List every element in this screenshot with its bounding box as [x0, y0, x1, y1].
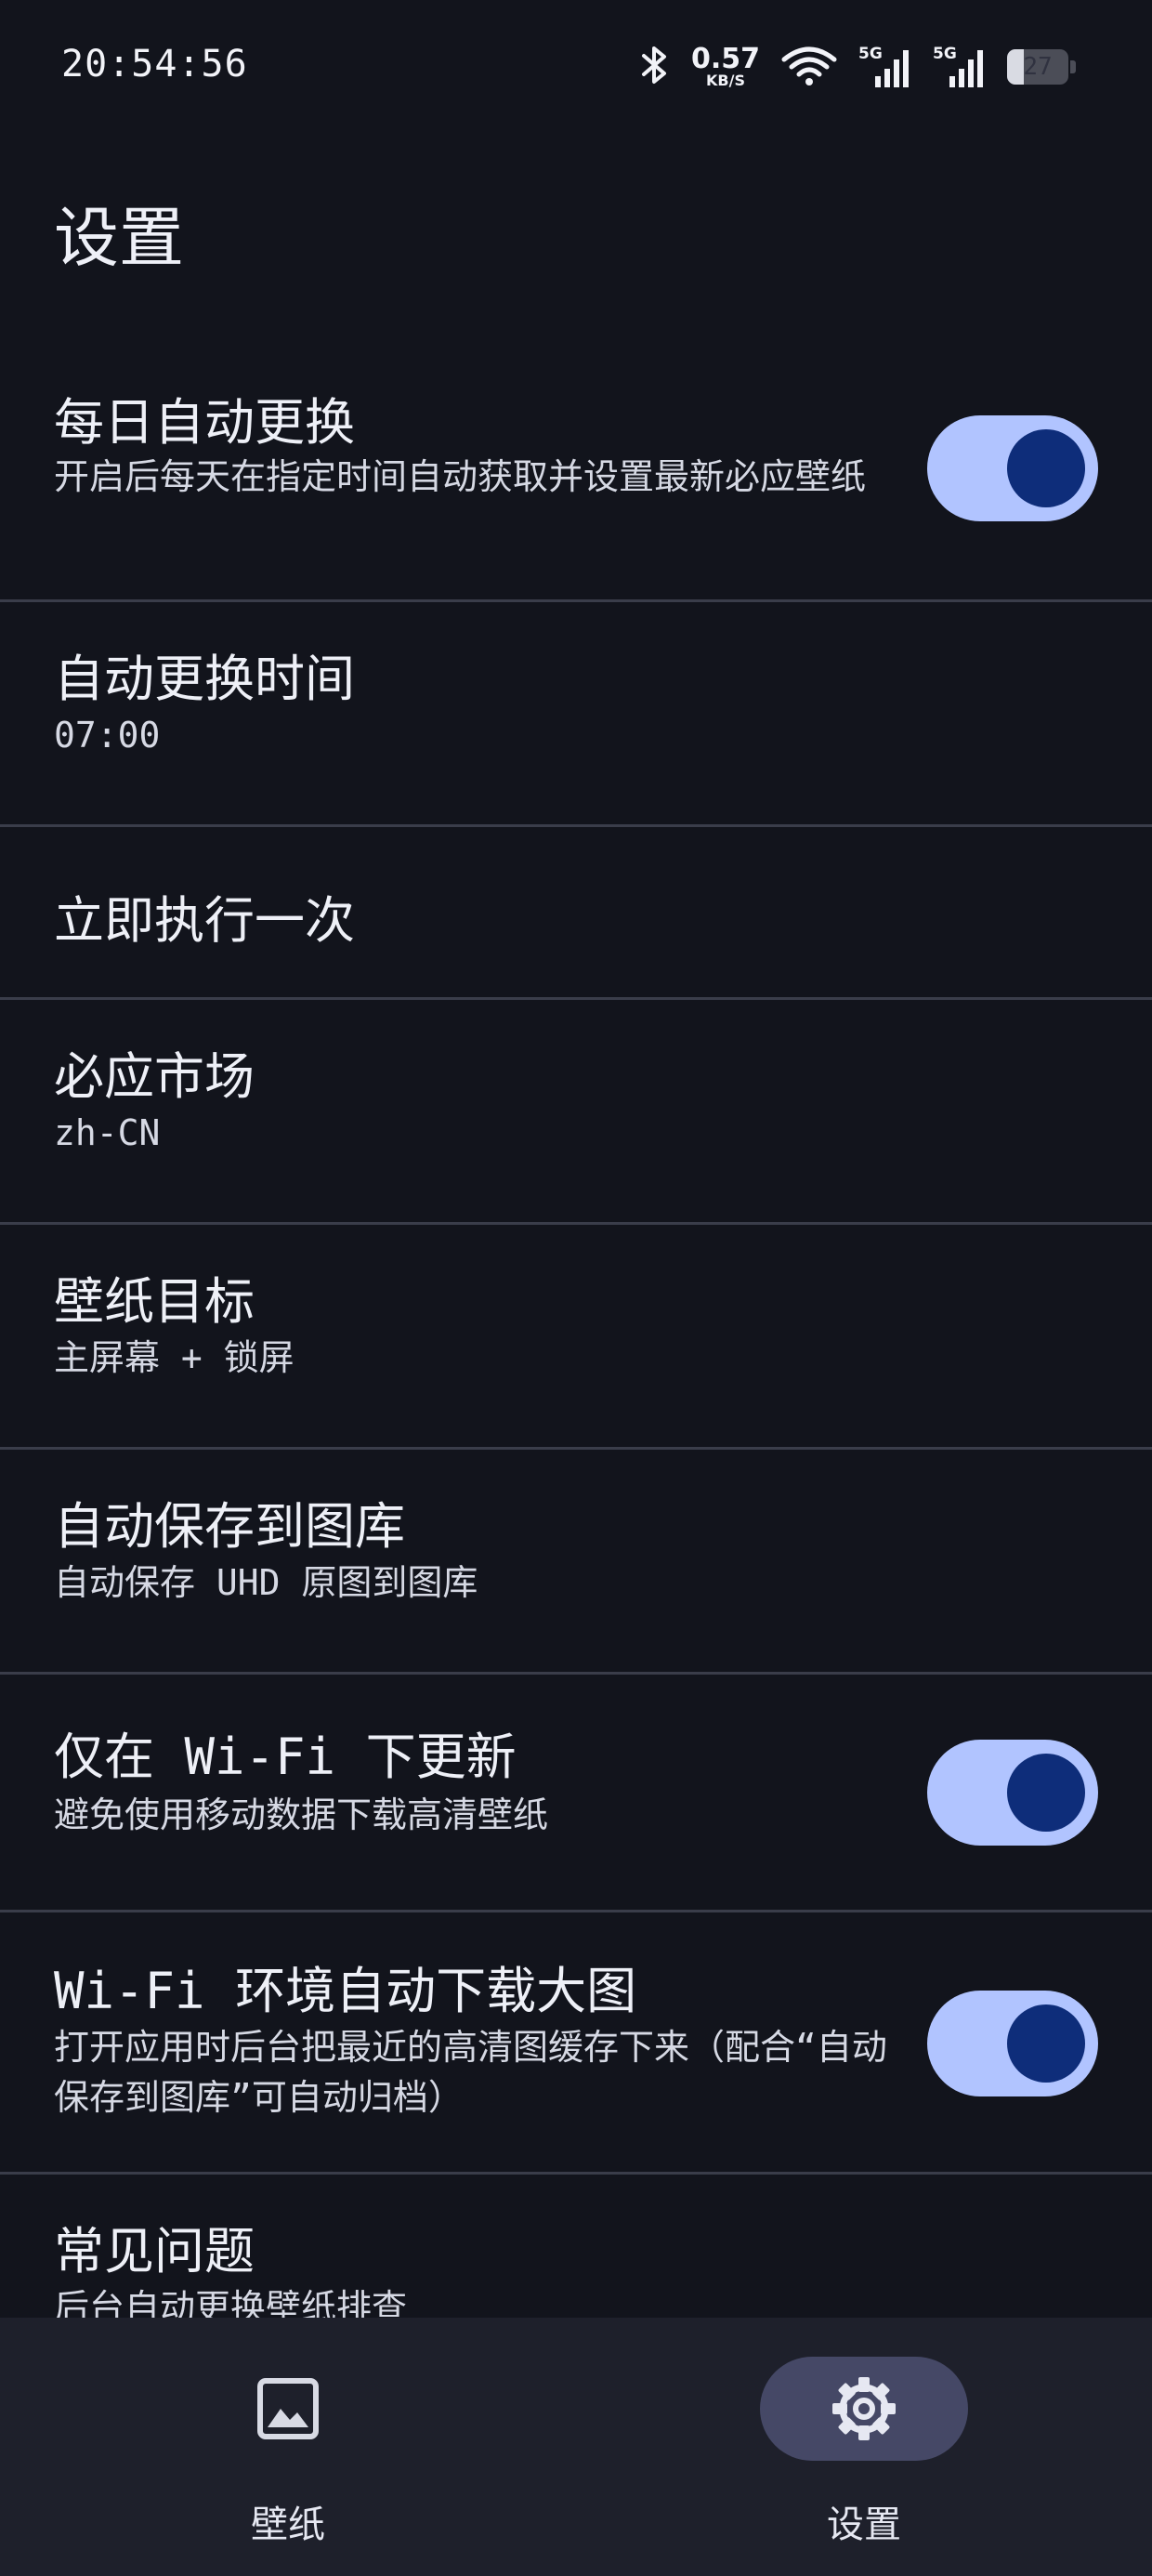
cellular-signal-1-icon: 5G	[858, 45, 912, 89]
page-title: 设置	[54, 200, 184, 276]
settings-list[interactable]: 每日自动更换 开启后每天在指定时间自动获取并设置最新必应壁纸 自动更换时间 07…	[0, 353, 1152, 2319]
setting-wifi-auto-download[interactable]: Wi-Fi 环境自动下载大图 打开应用时后台把最近的高清图缓存下来（配合“自动保…	[0, 1912, 1152, 2175]
setting-title: Wi-Fi 环境自动下载大图	[54, 1962, 637, 2020]
bottom-navigation: 壁纸 设置	[0, 2318, 1152, 2576]
nav-label-settings: 设置	[827, 2504, 901, 2546]
setting-auto-save-gallery[interactable]: 自动保存到图库 自动保存 UHD 原图到图库	[0, 1450, 1152, 1675]
setting-bing-market[interactable]: 必应市场 zh-CN	[0, 1000, 1152, 1225]
setting-title: 仅在 Wi-Fi 下更新	[54, 1728, 517, 1786]
setting-title: 壁纸目标	[54, 1272, 255, 1331]
setting-subtitle: 避免使用移动数据下载高清壁纸	[54, 1794, 549, 1835]
nav-item-wallpaper[interactable]: 壁纸	[0, 2318, 576, 2576]
battery-level: 27	[1023, 53, 1053, 81]
setting-subtitle: 开启后每天在指定时间自动获取并设置最新必应壁纸	[54, 456, 867, 497]
toggle-knob	[1007, 1754, 1085, 1832]
setting-wallpaper-target[interactable]: 壁纸目标 主屏幕 + 锁屏	[0, 1225, 1152, 1450]
gear-icon	[831, 2375, 897, 2442]
wifi-only-toggle[interactable]	[927, 1740, 1098, 1846]
status-bar: 20:54:56 0.57 KB/S 5G 5G 27	[0, 0, 1152, 139]
network-speed-unit: KB/S	[706, 72, 745, 89]
network-speed: 0.57 KB/S	[691, 46, 760, 88]
setting-subtitle: 后台自动更换壁纸排查	[54, 2287, 408, 2319]
toggle-knob	[1007, 429, 1085, 507]
toggle-knob	[1007, 2004, 1085, 2083]
setting-title: 自动保存到图库	[54, 1497, 405, 1556]
setting-subtitle: 07:00	[54, 715, 161, 756]
bluetooth-icon	[639, 43, 671, 91]
setting-subtitle: 自动保存 UHD 原图到图库	[54, 1562, 478, 1603]
cellular-signal-2-icon: 5G	[933, 45, 987, 89]
setting-title: 必应市场	[54, 1047, 255, 1106]
setting-title: 立即执行一次	[54, 891, 355, 950]
wifi-auto-download-toggle[interactable]	[927, 1991, 1098, 2096]
setting-subtitle: 打开应用时后台把最近的高清图缓存下来（配合“自动保存到图库”可自动归档）	[54, 2027, 887, 2118]
setting-faq[interactable]: 常见问题 后台自动更换壁纸排查	[0, 2175, 1152, 2319]
setting-daily-auto-change[interactable]: 每日自动更换 开启后每天在指定时间自动获取并设置最新必应壁纸	[0, 353, 1152, 602]
nav-label-wallpaper: 壁纸	[251, 2504, 325, 2546]
setting-run-now[interactable]: 立即执行一次	[0, 827, 1152, 1000]
setting-subtitle: 主屏幕 + 锁屏	[54, 1337, 295, 1378]
setting-auto-change-time[interactable]: 自动更换时间 07:00	[0, 602, 1152, 827]
network-speed-value: 0.57	[690, 43, 760, 75]
image-icon	[255, 2375, 321, 2442]
setting-title: 自动更换时间	[54, 650, 355, 708]
setting-subtitle: zh-CN	[54, 1112, 161, 1153]
battery-icon: 27	[1007, 49, 1076, 85]
setting-title: 每日自动更换	[54, 393, 355, 452]
setting-title: 常见问题	[54, 2222, 255, 2280]
setting-wifi-only[interactable]: 仅在 Wi-Fi 下更新 避免使用移动数据下载高清壁纸	[0, 1675, 1152, 1912]
wifi-icon	[780, 43, 838, 91]
status-icons: 0.57 KB/S 5G 5G 27	[639, 39, 1076, 95]
nav-item-settings[interactable]: 设置	[576, 2318, 1152, 2576]
status-time: 20:54:56	[61, 43, 248, 85]
daily-auto-change-toggle[interactable]	[927, 415, 1098, 521]
